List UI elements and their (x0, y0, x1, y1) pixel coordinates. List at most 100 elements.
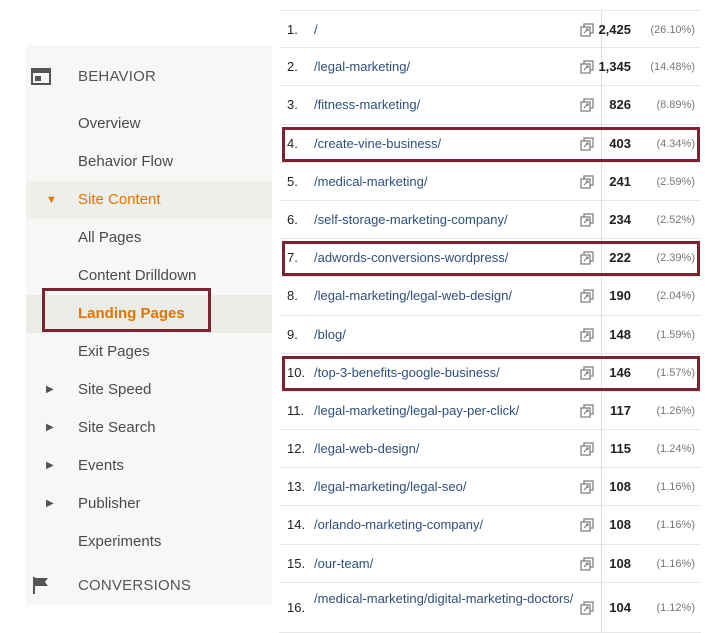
sidebar-section-conversions[interactable]: CONVERSIONS (26, 567, 272, 605)
row-number: 16. (287, 599, 306, 615)
sidebar-item-label: Content Drilldown (78, 267, 197, 284)
landing-page-link[interactable]: /medical-marketing/digital-marketing-doc… (314, 590, 582, 607)
sessions-value: 108 (609, 517, 631, 533)
sidebar-item-label: Overview (78, 115, 141, 132)
landing-page-link[interactable]: /our-team/ (314, 545, 373, 583)
sidebar-item-overview[interactable]: Overview (26, 105, 272, 143)
sessions-value: 146 (609, 364, 631, 380)
row-number: 7. (287, 250, 298, 266)
open-external-icon[interactable] (580, 175, 594, 189)
row-number: 13. (287, 479, 306, 495)
sidebar-item-publisher[interactable]: ▶ Publisher (26, 485, 272, 523)
landing-page-link[interactable]: /fitness-marketing/ (314, 86, 420, 124)
sessions-value: 115 (610, 441, 631, 457)
sidebar-item-site-search[interactable]: ▶ Site Search (26, 409, 272, 447)
column-divider (601, 544, 602, 582)
open-external-icon[interactable] (580, 442, 594, 456)
column-divider (601, 506, 602, 544)
table-row: 7. /adwords-conversions-wordpress/222 (2.3… (279, 239, 701, 278)
sidebar-item-site-content[interactable]: ▼ Site Content (26, 181, 272, 219)
table-row: 11. /legal-marketing/legal-pay-per-click/… (279, 391, 701, 431)
sessions-value: 403 (609, 135, 631, 151)
landing-page-link[interactable]: /legal-marketing/ (314, 48, 410, 86)
open-external-icon[interactable] (580, 601, 594, 615)
column-divider (601, 353, 602, 391)
sessions-percent: (26.10%) (650, 24, 695, 36)
open-external-icon[interactable] (580, 480, 594, 494)
row-number: 11. (287, 402, 305, 418)
sessions-percent: (1.24%) (656, 443, 695, 456)
open-external-icon[interactable] (580, 251, 594, 265)
sidebar-item-label: Behavior Flow (78, 153, 174, 170)
sidebar-nav: BEHAVIOR Overview Behavior Flow ▼ Site C… (26, 45, 272, 605)
open-external-icon[interactable] (580, 366, 594, 380)
landing-page-link[interactable]: /top-3-benefits-google-business/ (314, 354, 500, 392)
sidebar-item-label: Site Search (78, 419, 156, 436)
behavior-report-icon (31, 68, 51, 85)
sessions-percent: (1.16%) (656, 519, 695, 532)
sidebar-item-landing-pages[interactable]: Landing Pages (26, 295, 272, 333)
landing-pages-table: 1. / 2,425 (26.10%) 2. /legal-marketing/1,345… (279, 10, 701, 633)
row-number: 14. (287, 517, 306, 533)
column-divider (601, 315, 602, 353)
table-row: 12. /legal-web-design/115 (1.24%) (279, 430, 701, 469)
sidebar-section-label: BEHAVIOR (78, 68, 157, 85)
landing-page-link[interactable]: /blog/ (314, 316, 346, 354)
open-external-icon[interactable] (580, 136, 594, 151)
landing-page-link[interactable]: /orlando-marketing-company/ (314, 506, 483, 544)
column-divider (601, 162, 602, 200)
row-number: 1. (287, 22, 298, 37)
column-divider (601, 391, 602, 430)
landing-page-link[interactable]: /legal-marketing/legal-pay-per-click/ (314, 392, 519, 430)
landing-page-link[interactable]: /medical-marketing/ (314, 163, 427, 201)
table-row: 3. /fitness-marketing/826 (8.89%) (279, 86, 701, 125)
landing-page-link[interactable]: /create-vine-business/ (314, 125, 441, 163)
landing-page-link[interactable]: /legal-marketing/legal-seo/ (314, 468, 466, 506)
open-external-icon[interactable] (580, 60, 594, 74)
table-row: 14. /orlando-marketing-company/108 (1.16%) (279, 506, 701, 545)
open-external-icon[interactable] (580, 518, 594, 533)
sidebar-item-label: Publisher (78, 495, 141, 512)
sidebar-item-all-pages[interactable]: All Pages (26, 219, 272, 257)
sidebar-item-events[interactable]: ▶ Events (26, 447, 272, 485)
caret-down-icon: ▼ (46, 194, 57, 206)
table-row: 15. /our-team/108 (1.16%) (279, 544, 701, 583)
row-number: 12. (287, 441, 306, 457)
landing-page-link[interactable]: /legal-web-design/ (314, 430, 420, 468)
row-number: 8. (287, 288, 298, 304)
sidebar-section-behavior[interactable]: BEHAVIOR (26, 58, 272, 96)
table-row: 16. /medical-marketing/digital-marketing-… (279, 582, 701, 633)
open-external-icon[interactable] (580, 98, 594, 112)
table-row: 10. /top-3-benefits-google-business/146 (1… (279, 353, 701, 392)
sessions-percent: (14.48%) (650, 61, 695, 74)
column-divider (601, 86, 602, 124)
flag-icon (33, 577, 48, 594)
sidebar-item-exit-pages[interactable]: Exit Pages (26, 333, 272, 371)
table-row: 13. /legal-marketing/legal-seo/108 (1.16%) (279, 468, 701, 507)
sidebar-item-label: Exit Pages (78, 343, 150, 360)
row-number: 10. (287, 364, 306, 380)
table-row: 4. /create-vine-business/403 (4.34%) (279, 124, 701, 163)
open-external-icon[interactable] (580, 404, 594, 418)
open-external-icon[interactable] (580, 557, 594, 571)
column-divider (601, 582, 602, 632)
open-external-icon[interactable] (580, 213, 594, 227)
landing-page-link[interactable]: /self-storage-marketing-company/ (314, 201, 508, 239)
open-external-icon[interactable] (580, 289, 594, 303)
sessions-percent: (1.16%) (656, 557, 695, 570)
sidebar-item-content-drilldown[interactable]: Content Drilldown (26, 257, 272, 295)
sidebar-item-experiments[interactable]: Experiments (26, 523, 272, 561)
open-external-icon[interactable] (580, 327, 594, 342)
sessions-value: 108 (609, 479, 631, 495)
landing-page-link[interactable]: /adwords-conversions-wordpress/ (314, 239, 508, 277)
open-external-icon[interactable] (580, 23, 594, 37)
table-row: 9. /blog/148 (1.59%) (279, 315, 701, 354)
table-row: 5. /medical-marketing/241 (2.59%) (279, 162, 701, 201)
landing-page-link[interactable]: / (314, 11, 318, 49)
sidebar-item-site-speed[interactable]: ▶ Site Speed (26, 371, 272, 409)
sessions-percent: (1.12%) (656, 601, 695, 614)
sidebar-item-behavior-flow[interactable]: Behavior Flow (26, 143, 272, 181)
landing-page-link[interactable]: /legal-marketing/legal-web-design/ (314, 277, 512, 315)
caret-right-icon: ▶ (46, 498, 54, 509)
sidebar-section-label: CONVERSIONS (78, 577, 192, 594)
